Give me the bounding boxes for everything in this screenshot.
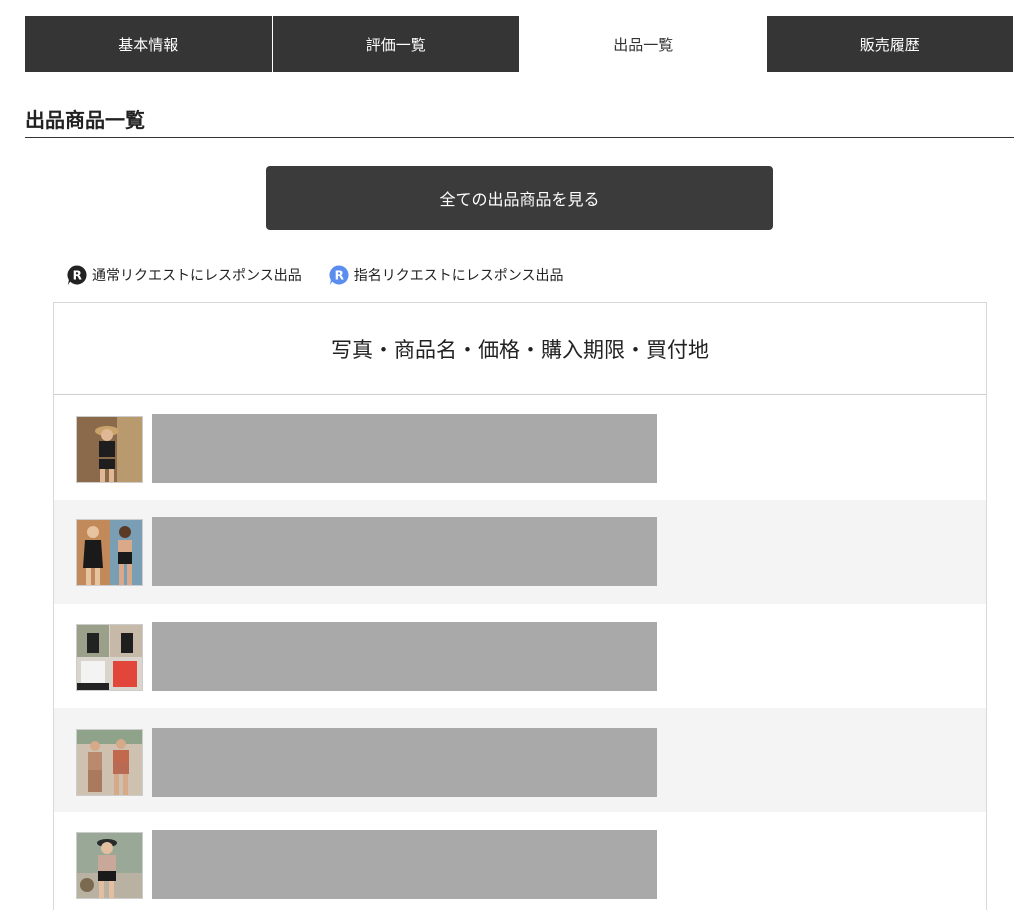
named-request-badge-icon: R [329,265,349,285]
profile-tabs: 基本情報 評価一覧 出品一覧 販売履歴 [25,16,1013,72]
product-thumbnail[interactable] [76,832,143,899]
legend-named-label: 指名リクエストにレスポンス出品 [353,268,564,284]
listing-details-placeholder [152,728,657,797]
swimwear-photo-icon [77,520,142,585]
tab-listings[interactable]: 出品一覧 [519,16,767,72]
legend-named-request: R 指名リクエストにレスポンス出品 [328,264,564,286]
view-all-listings-button[interactable]: 全ての出品商品を見る [266,166,773,230]
listing-details-placeholder [152,517,657,586]
product-thumbnail[interactable] [76,519,143,586]
listing-details-placeholder [152,414,657,483]
legend-normal-label: 通常リクエストにレスポンス出品 [92,268,302,284]
listing-row[interactable] [54,708,986,812]
listing-details-placeholder [152,622,657,691]
svg-text:R: R [73,269,82,283]
product-thumbnail[interactable] [76,416,143,483]
swimwear-photo-icon [77,833,142,898]
listing-row[interactable] [54,396,986,500]
svg-text:R: R [334,269,343,283]
listing-row[interactable] [54,604,986,708]
tab-reviews[interactable]: 評価一覧 [271,16,519,72]
normal-request-badge-icon: R [67,265,87,285]
listing-table: 写真・商品名・価格・購入期限・買付地 [53,302,987,910]
legend-normal-request: R 通常リクエストにレスポンス出品 [66,264,302,286]
listing-table-header: 写真・商品名・価格・購入期限・買付地 [54,303,986,395]
swimwear-photo-icon [77,625,142,690]
legend: R 通常リクエストにレスポンス出品 R 指名リクエストにレスポンス出品 [66,262,563,288]
product-thumbnail[interactable] [76,624,143,691]
listing-details-placeholder [152,830,657,899]
section-title: 出品商品一覧 [25,98,1014,138]
listing-row[interactable] [54,500,986,604]
tab-sales-history[interactable]: 販売履歴 [766,16,1013,72]
tab-basic-info[interactable]: 基本情報 [25,16,272,72]
listing-row[interactable] [54,812,986,910]
swimwear-photo-icon [77,730,142,795]
product-thumbnail[interactable] [76,729,143,796]
swimwear-photo-icon [77,417,142,482]
